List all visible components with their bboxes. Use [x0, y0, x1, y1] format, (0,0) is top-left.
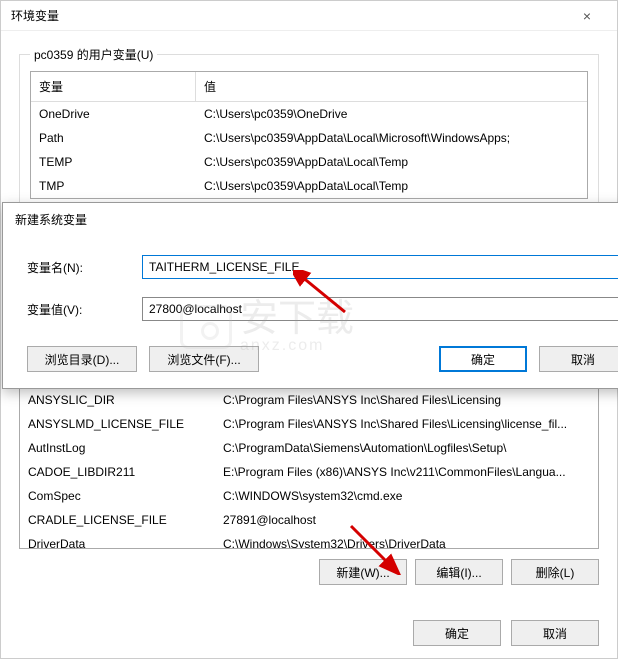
table-row[interactable]: CRADLE_LICENSE_FILE 27891@localhost [20, 508, 598, 532]
var-name: Path [31, 129, 196, 147]
sub-cancel-button[interactable]: 取消 [539, 346, 618, 372]
cancel-button[interactable]: 取消 [511, 620, 599, 646]
table-row[interactable]: DriverData C:\Windows\System32\Drivers\D… [20, 532, 598, 548]
var-name: CADOE_LIBDIR211 [20, 463, 215, 481]
var-name: TEMP [31, 153, 196, 171]
system-vars-area: ANSYSLIC_DIR C:\Program Files\ANSYS Inc\… [19, 387, 599, 585]
var-name: TMP [31, 177, 196, 195]
var-name: AutInstLog [20, 439, 215, 457]
var-name: ANSYSLMD_LICENSE_FILE [20, 415, 215, 433]
var-name-input[interactable] [142, 255, 618, 279]
table-row[interactable]: TEMP C:\Users\pc0359\AppData\Local\Temp [31, 150, 587, 174]
var-value: C:\WINDOWS\system32\cmd.exe [215, 487, 598, 505]
var-value: C:\Users\pc0359\OneDrive [196, 105, 587, 123]
system-vars-table: ANSYSLIC_DIR C:\Program Files\ANSYS Inc\… [19, 387, 599, 549]
sub-titlebar: 新建系统变量 [3, 203, 618, 235]
delete-button[interactable]: 删除(L) [511, 559, 599, 585]
table-row[interactable]: TMP C:\Users\pc0359\AppData\Local\Temp [31, 174, 587, 198]
table-row[interactable]: Path C:\Users\pc0359\AppData\Local\Micro… [31, 126, 587, 150]
main-title: 环境变量 [11, 7, 567, 24]
browse-dir-button[interactable]: 浏览目录(D)... [27, 346, 137, 372]
var-value: C:\Program Files\ANSYS Inc\Shared Files\… [215, 415, 598, 433]
close-icon[interactable]: × [567, 2, 607, 30]
system-vars-body[interactable]: ANSYSLIC_DIR C:\Program Files\ANSYS Inc\… [20, 388, 598, 548]
edit-button[interactable]: 编辑(I)... [415, 559, 503, 585]
sub-ok-button[interactable]: 确定 [439, 346, 527, 372]
new-button[interactable]: 新建(W)... [319, 559, 407, 585]
var-value: C:\Program Files\ANSYS Inc\Shared Files\… [215, 391, 598, 409]
main-bottom-buttons: 确定 取消 [413, 620, 599, 646]
table-row[interactable]: ComSpec C:\WINDOWS\system32\cmd.exe [20, 484, 598, 508]
var-value: C:\Users\pc0359\AppData\Local\Microsoft\… [196, 129, 587, 147]
ok-button[interactable]: 确定 [413, 620, 501, 646]
user-vars-legend: pc0359 的用户变量(U) [30, 46, 157, 63]
var-name-row: 变量名(N): [27, 255, 618, 279]
var-name: CRADLE_LICENSE_FILE [20, 511, 215, 529]
sub-content: 变量名(N): 变量值(V): 浏览目录(D)... 浏览文件(F)... 确定… [3, 235, 618, 388]
var-value: C:\Users\pc0359\AppData\Local\Temp [196, 177, 587, 195]
sub-btn-left: 浏览目录(D)... 浏览文件(F)... [27, 346, 259, 372]
main-titlebar: 环境变量 × [1, 1, 617, 31]
browse-file-button[interactable]: 浏览文件(F)... [149, 346, 259, 372]
var-name: ComSpec [20, 487, 215, 505]
var-value: C:\ProgramData\Siemens\Automation\Logfil… [215, 439, 598, 457]
table-row[interactable]: OneDrive C:\Users\pc0359\OneDrive [31, 102, 587, 126]
var-value: 27891@localhost [215, 511, 598, 529]
var-name-label: 变量名(N): [27, 259, 142, 276]
var-value-input[interactable] [142, 297, 618, 321]
user-vars-fieldset: pc0359 的用户变量(U) 变量 值 OneDrive C:\Users\p… [19, 46, 599, 212]
new-system-var-dialog: 新建系统变量 变量名(N): 变量值(V): 浏览目录(D)... 浏览文件(F… [2, 202, 618, 389]
user-vars-table: 变量 值 OneDrive C:\Users\pc0359\OneDrive P… [30, 71, 588, 199]
sub-btn-right: 确定 取消 [439, 346, 618, 372]
table-header: 变量 值 [31, 72, 587, 102]
user-vars-body[interactable]: OneDrive C:\Users\pc0359\OneDrive Path C… [31, 102, 587, 198]
var-name: ANSYSLIC_DIR [20, 391, 215, 409]
var-value-label: 变量值(V): [27, 301, 142, 318]
var-value-row: 变量值(V): [27, 297, 618, 321]
table-row[interactable]: ANSYSLMD_LICENSE_FILE C:\Program Files\A… [20, 412, 598, 436]
system-btn-row: 新建(W)... 编辑(I)... 删除(L) [19, 559, 599, 585]
var-value: C:\Windows\System32\Drivers\DriverData [215, 535, 598, 548]
var-name: DriverData [20, 535, 215, 548]
table-row[interactable]: ANSYSLIC_DIR C:\Program Files\ANSYS Inc\… [20, 388, 598, 412]
var-value: C:\Users\pc0359\AppData\Local\Temp [196, 153, 587, 171]
table-row[interactable]: AutInstLog C:\ProgramData\Siemens\Automa… [20, 436, 598, 460]
header-name[interactable]: 变量 [31, 72, 196, 101]
var-value: E:\Program Files (x86)\ANSYS Inc\v211\Co… [215, 463, 598, 481]
header-value[interactable]: 值 [196, 72, 587, 101]
sub-btn-row: 浏览目录(D)... 浏览文件(F)... 确定 取消 [27, 346, 618, 372]
var-name: OneDrive [31, 105, 196, 123]
sub-title: 新建系统变量 [15, 211, 618, 228]
table-row[interactable]: CADOE_LIBDIR211 E:\Program Files (x86)\A… [20, 460, 598, 484]
